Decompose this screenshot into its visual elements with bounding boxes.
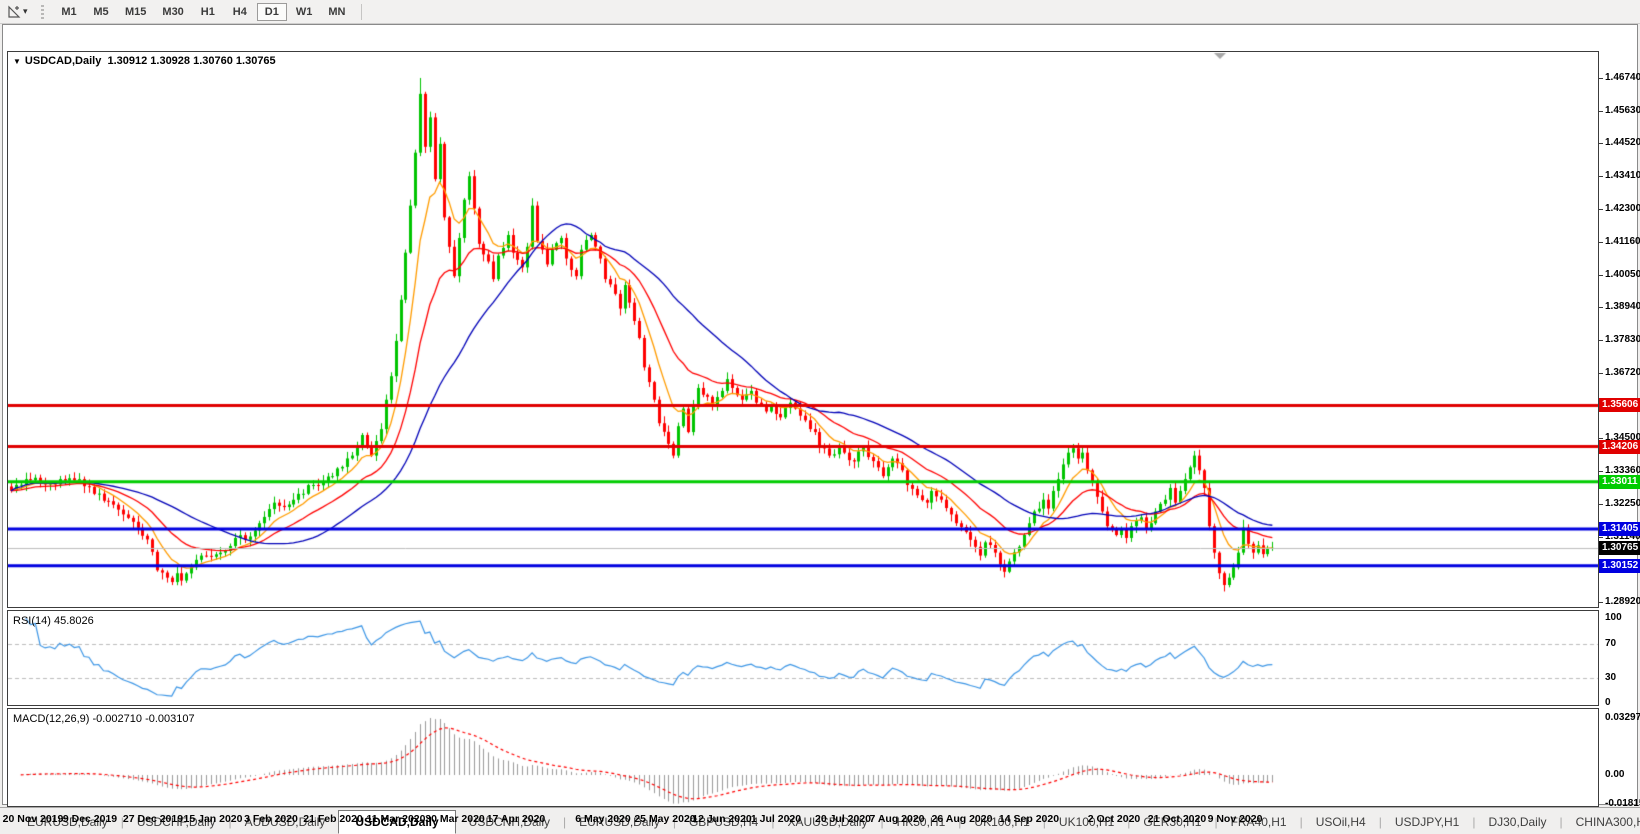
date-label: 27 Dec 2019 [122,813,184,825]
price-axis-tick-mark [1599,602,1603,604]
macd-axis-label: -0.018154 [1605,798,1640,809]
price-axis-tick-mark [1599,143,1603,145]
price-axis-tick: 1.42300 [1605,202,1640,214]
rsi-pane [7,610,1599,706]
rsi-label: RSI(14) 45.8026 [13,615,94,627]
chart-window: ▼ USDCAD,Daily 1.30912 1.30928 1.30760 1.… [2,24,1640,825]
rsi-canvas[interactable] [8,611,1598,705]
toolbar-grip-icon[interactable] [41,4,44,19]
price-axis-tick-mark [1599,208,1603,210]
timeframe-button-m5[interactable]: M5 [86,3,116,21]
toolbar: ▾ M1 M5 M15 M30 H1 H4 D1 W1 MN [0,0,1640,24]
price-axis-tick: 1.44520 [1605,137,1640,149]
timeframe-button-m15[interactable]: M15 [118,3,153,21]
date-label: 25 May 2020 [634,813,696,825]
chart-ohlc-values: 1.30912 1.30928 1.30760 1.30765 [107,55,276,67]
price-axis-tick: 1.46740 [1605,71,1640,83]
timeframe-button-group: M1 M5 M15 M30 H1 H4 D1 W1 MN [53,2,353,21]
chart-title: ▼ USDCAD,Daily 1.30912 1.30928 1.30760 1.… [13,55,276,67]
dropdown-arrow-icon[interactable]: ▾ [23,6,33,17]
price-axis-tick-mark [1599,175,1603,177]
date-label: 20 Nov 2019 [2,813,64,825]
date-label: 21 Feb 2020 [303,813,363,825]
date-label: 15 Jan 2020 [183,813,243,825]
date-label: 2 Oct 2020 [1087,813,1141,825]
macd-canvas[interactable] [8,709,1598,806]
collapse-icon[interactable]: ▼ [13,57,21,66]
timeframe-button-h1[interactable]: H1 [193,3,223,21]
price-axis-tick: 1.37830 [1605,334,1640,346]
timeframe-button-m30[interactable]: M30 [155,3,190,21]
chart-tab-usdjpy-h1[interactable]: USDJPY,H1 [1382,811,1472,833]
price-level-tag: 1.35606 [1599,398,1640,413]
price-axis-tick: 1.28920 [1605,596,1640,608]
macd-axis-label: 0.00 [1605,769,1625,780]
date-label: 6 May 2020 [575,813,631,825]
price-pane [7,51,1599,608]
timeframe-button-w1[interactable]: W1 [289,3,320,21]
timeframe-button-d1[interactable]: D1 [256,3,287,21]
price-level-tag: 1.30765 [1599,540,1640,555]
date-label: 7 Aug 2020 [869,813,925,825]
price-level-tag: 1.33011 [1599,474,1640,489]
chart-tab-usoil-h4[interactable]: USOil,H4 [1303,811,1379,833]
date-label: 26 Aug 2020 [931,813,993,825]
chart-tool-icon[interactable] [5,4,23,20]
date-label: 30 Mar 2020 [425,813,485,825]
price-chart-canvas[interactable] [8,52,1598,607]
timeframe-button-mn[interactable]: MN [321,3,352,21]
price-level-tag: 1.30152 [1599,558,1640,573]
date-label: 11 Mar 2020 [366,813,426,825]
rsi-axis-label: 100 [1605,612,1622,623]
price-axis-tick-mark [1599,307,1603,309]
trading-platform-window: ▾ M1 M5 M15 M30 H1 H4 D1 W1 MN ▼ USDCAD,Daily 1.3… [0,0,1640,834]
price-level-tag: 1.31405 [1599,521,1640,536]
rsi-axis-label: 70 [1605,637,1617,649]
price-level-tag: 1.34206 [1599,439,1640,454]
price-axis-tick-mark [1599,274,1603,276]
price-axis-tick-mark [1599,77,1603,79]
price-axis-tick: 1.38940 [1605,301,1640,313]
macd-pane [7,708,1599,807]
rsi-axis-label: 0 [1605,697,1611,708]
price-axis-tick-mark [1599,110,1603,112]
macd-label: MACD(12,26,9) -0.002710 -0.003107 [13,713,195,725]
chart-tab-dj30-daily[interactable]: DJ30,Daily [1475,811,1559,833]
price-axis-tick: 1.43410 [1605,169,1640,181]
price-axis-tick-mark [1599,504,1603,506]
price-axis-tick: 1.45630 [1605,104,1640,116]
date-label: 17 Apr 2020 [486,813,546,825]
timeframe-button-h4[interactable]: H4 [225,3,255,21]
date-label: 9 Nov 2020 [1207,813,1263,825]
price-axis-tick-mark [1599,471,1603,473]
macd-axis-label: 0.032972 [1605,712,1640,723]
date-label: 1 Jul 2020 [750,813,802,825]
chart-tab-china300-h1[interactable]: CHINA300,H1 [1563,811,1640,833]
price-axis-tick-mark [1599,340,1603,342]
price-axis-tick: 1.41160 [1605,236,1640,248]
date-label: 14 Sep 2020 [998,813,1060,825]
price-axis-tick: 1.32250 [1605,498,1640,510]
rsi-axis-label: 30 [1605,671,1617,683]
date-label: 12 Jun 2020 [692,813,752,825]
date-label: 3 Feb 2020 [244,813,298,825]
toolbar-separator [361,3,363,20]
price-axis-tick-mark [1599,242,1603,244]
price-axis-tick: 1.36720 [1605,366,1640,378]
date-label: 9 Dec 2019 [62,813,118,825]
chart-symbol: USDCAD,Daily [24,55,102,67]
date-label: 20 Jul 2020 [814,813,872,825]
date-label: 21 Oct 2020 [1147,813,1207,825]
price-axis-tick: 1.40050 [1605,268,1640,280]
price-axis-tick-mark [1599,536,1603,538]
price-axis-tick-mark [1599,372,1603,374]
timeframe-button-m1[interactable]: M1 [54,3,84,21]
